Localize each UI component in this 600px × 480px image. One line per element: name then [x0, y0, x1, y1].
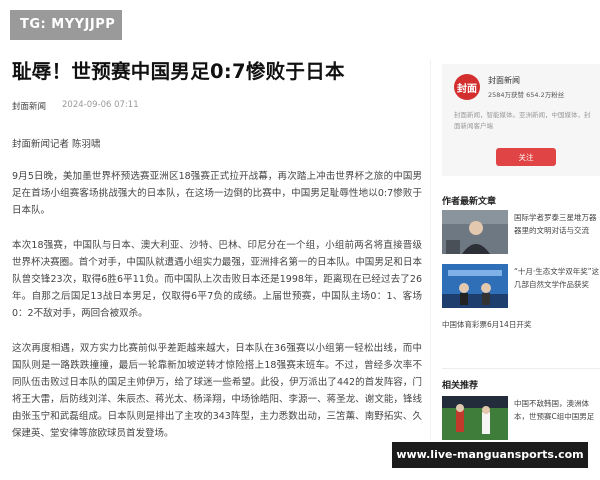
article-reporter: 封面新闻记者 陈羽啸 [12, 139, 101, 150]
publisher-stats: 2584万获赞 654.2万粉丝 [488, 91, 565, 99]
article-paragraph-3: 这次再度相遇，双方实力比赛前似乎差距越来越大，日本队在36强赛以小组第一轻松出线… [12, 343, 422, 439]
related-title[interactable]: 中国不敌韩国，澳洲体本，世预赛C组中国男足 [514, 397, 600, 423]
publisher-name[interactable]: 封面新闻 [488, 75, 520, 86]
article: 耻辱！世预赛中国男足0:7惨败于日本 封面新闻 2024-09-06 07:11… [12, 58, 422, 442]
author-article-title[interactable]: “十月·生态文学双年奖”这几部自然文学作品获奖 [514, 265, 600, 291]
section-separator [442, 368, 600, 369]
article-thumbnail-image[interactable] [442, 210, 508, 254]
related-thumbnail-image[interactable] [442, 396, 508, 440]
article-source[interactable]: 封面新闻 [12, 100, 46, 112]
article-meta: 封面新闻 2024-09-06 07:11 [12, 100, 422, 112]
column-divider [430, 60, 431, 440]
related-item[interactable]: 中国不敌韩国，澳洲体本，世预赛C组中国男足 [442, 396, 600, 442]
article-title: 耻辱！世预赛中国男足0:7惨败于日本 [12, 60, 345, 83]
publisher-logo[interactable]: 封面 [454, 74, 480, 100]
article-date: 2024-09-06 07:11 [62, 100, 139, 110]
article-thumbnail-image[interactable] [442, 264, 508, 308]
author-article-item[interactable]: “十月·生态文学双年奖”这几部自然文学作品获奖 [442, 264, 600, 310]
publisher-card: 封面 封面新闻 2584万获赞 654.2万粉丝 封面新闻，智能媒体。亚洲新闻，… [442, 64, 600, 176]
publisher-description: 封面新闻，智能媒体。亚洲新闻，中国媒体，封面新闻客户端 [454, 111, 591, 130]
watermark-tag: TG: MYYJJPP [10, 10, 122, 40]
article-paragraph-1: 9月5日晚，美加墨世界杯预选赛亚洲区18强赛正式拉开战幕，再次踏上冲击世界杯之旅… [12, 171, 422, 216]
author-article-item[interactable]: 国际学者罗泰三星堆万器器里的文明对话与交流 [442, 210, 600, 256]
watermark-banner: www.live-manguansports.com [392, 442, 588, 468]
author-article-title[interactable]: 国际学者罗泰三星堆万器器里的文明对话与交流 [514, 211, 600, 237]
follow-button[interactable]: 关注 [496, 148, 556, 166]
page: 耻辱！世预赛中国男足0:7惨败于日本 封面新闻 2024-09-06 07:11… [0, 0, 600, 480]
author-article-text-item[interactable]: 中国体育彩票6月14日开奖 [442, 318, 600, 331]
article-paragraph-2: 本次18强赛，中国队与日本、澳大利亚、沙特、巴林、印尼分在一个组，小组前两名将直… [12, 240, 422, 319]
author-articles-heading: 作者最新文章 [442, 197, 497, 207]
related-heading: 相关推荐 [442, 381, 479, 391]
